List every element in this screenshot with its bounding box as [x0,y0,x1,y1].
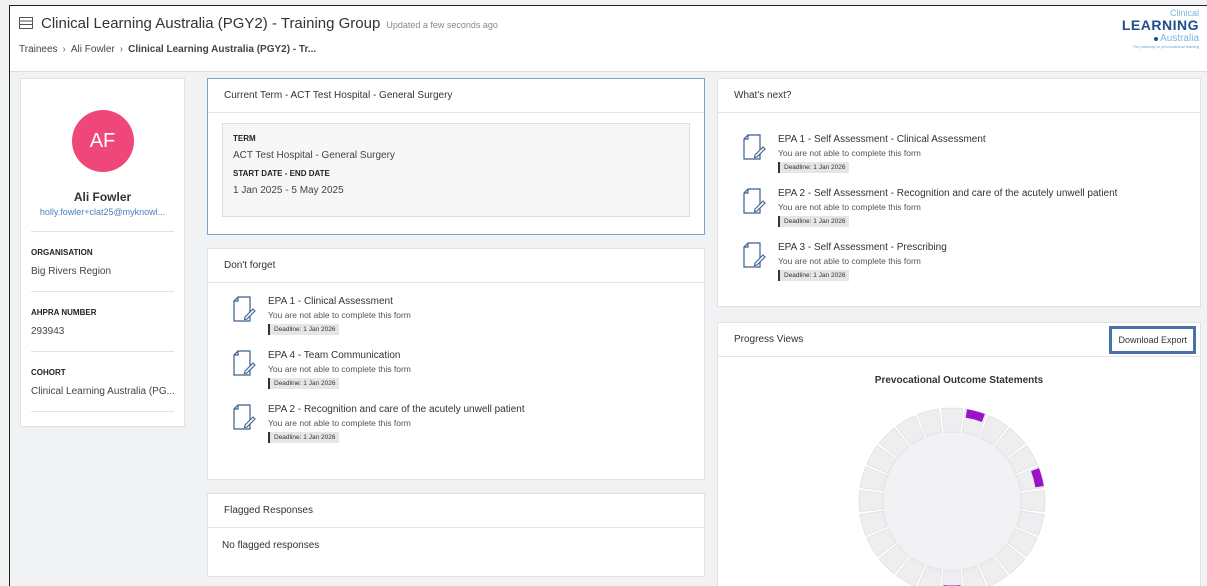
form-edit-icon [743,188,766,214]
page-header: Clinical Learning Australia (PGY2) - Tra… [10,6,1207,72]
form-list: EPA 1 - Self Assessment - Clinical Asses… [718,113,1200,281]
logo-dot-icon [1153,37,1158,41]
form-edit-icon [233,296,256,322]
card-heading: Current Term - ACT Test Hospital - Gener… [208,79,704,113]
trainee-name: Ali Fowler [73,190,132,204]
flagged-responses-card: Flagged Responses No flagged responses [207,493,705,577]
form-edit-icon [743,134,766,160]
form-edit-icon [743,242,766,268]
form-list-item[interactable]: EPA 1 - Self Assessment - Clinical Asses… [742,133,1200,173]
form-list-item[interactable]: EPA 2 - Self Assessment - Recognition an… [742,187,1200,227]
deadline-badge: Deadline: 1 Jan 2026 [268,378,340,389]
chevron-right-icon: › [119,44,124,55]
title-row: Clinical Learning Australia (PGY2) - Tra… [19,15,498,32]
deadline-badge: Deadline: 1 Jan 2026 [778,216,850,227]
term-details: TERM ACT Test Hospital - General Surgery… [222,123,690,217]
progress-views-card: Progress Views Download Export Prevocati… [717,322,1201,586]
updated-timestamp: Updated a few seconds ago [386,20,498,30]
wheel-segment [858,489,883,513]
deadline-badge: Deadline: 1 Jan 2026 [778,270,850,281]
download-export-button[interactable]: Download Export [1109,325,1196,354]
card-heading: Progress Views Download Export [718,323,1200,357]
wheel-segment-completed [941,570,963,586]
breadcrumb-trainee[interactable]: Ali Fowler [71,44,115,55]
trainee-profile-card: AF Ali Fowler holly.fowler+clat25@myknow… [20,78,185,427]
profile-field-organisation: ORGANISATION Big Rivers Region [31,231,174,291]
brand-logo: Clinical LEARNING Australia The pathway … [1121,8,1199,49]
profile-field-ahpra: AHPRA NUMBER 293943 [31,291,174,351]
form-list-item[interactable]: EPA 2 - Recognition and care of the acut… [232,403,704,443]
trainee-email-link[interactable]: holly.fowler+clat25@myknowl... [21,207,184,217]
deadline-badge: Deadline: 1 Jan 2026 [268,432,340,443]
form-list-item[interactable]: EPA 1 - Clinical Assessment You are not … [232,295,704,335]
dont-forget-card: Don't forget EPA 1 - Clinical Assessment… [207,248,705,480]
page-title: Clinical Learning Australia (PGY2) - Tra… [41,15,381,32]
whats-next-card: What's next? EPA 1 - Self Assessment - C… [717,78,1201,307]
avatar: AF [71,110,134,172]
profile-field-cohort: COHORT Clinical Learning Australia (PG..… [31,351,174,412]
chart-title: Prevocational Outcome Statements [874,375,1044,386]
breadcrumb: Trainees › Ali Fowler › Clinical Learnin… [19,44,316,55]
deadline-badge: Deadline: 1 Jan 2026 [268,324,340,335]
breadcrumb-trainees[interactable]: Trainees [19,44,58,55]
form-list-item[interactable]: EPA 3 - Self Assessment - Prescribing Yo… [742,241,1200,281]
deadline-badge: Deadline: 1 Jan 2026 [778,162,850,173]
form-list-item[interactable]: EPA 4 - Team Communication You are not a… [232,349,704,389]
card-heading: What's next? [718,79,1200,113]
chevron-right-icon: › [62,44,66,55]
form-edit-icon [233,404,256,430]
app-frame: Clinical Learning Australia (PGY2) - Tra… [9,5,1207,586]
flagged-empty-state: No flagged responses [222,540,320,551]
outcome-statements-wheel [858,407,1046,586]
wheel-segment [940,407,964,432]
form-edit-icon [233,350,256,376]
list-icon[interactable] [19,17,33,29]
form-list: EPA 1 - Clinical Assessment You are not … [208,283,704,443]
current-term-card[interactable]: Current Term - ACT Test Hospital - Gener… [207,78,705,235]
progress-heading: Progress Views [734,334,804,345]
breadcrumb-current: Clinical Learning Australia (PGY2) - Tr.… [128,44,317,55]
wheel-segment [1021,489,1046,513]
card-heading: Don't forget [208,249,704,283]
wheel-inner [882,431,1022,571]
card-heading: Flagged Responses [208,494,704,528]
